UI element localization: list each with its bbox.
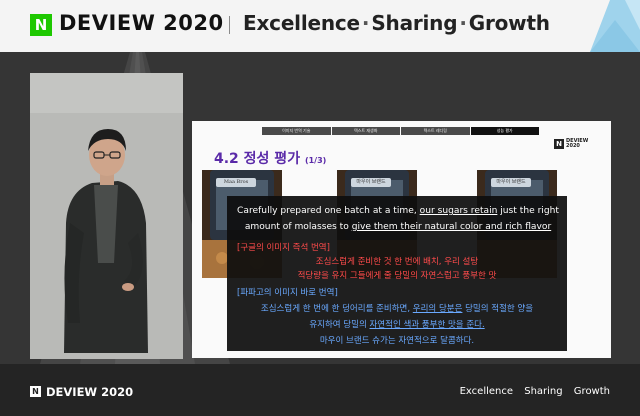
english-source-text: Carefully prepared one batch at a time, … — [236, 203, 560, 235]
header-banner: N DEVIEW 2020 Excellence · Sharing · Growth — [0, 0, 640, 52]
papago-translation-line: 마우이 브랜드 슈가는 자연적으로 달콤하다. — [319, 336, 475, 346]
english-text-part: Carefully prepared one batch at a time, — [237, 206, 420, 216]
google-translation-line: 조심스럽게 준비한 것 한 번에 배치, 우리 설탕 — [315, 257, 479, 267]
footer-naver-logo: N — [30, 386, 41, 397]
photo-label: 마우이 브랜드 — [351, 178, 391, 187]
papago-translation-heading: [파파고의 이미지 바로 번역] — [237, 288, 338, 298]
slide-title-text: 4.2 정성 평가 — [214, 151, 301, 167]
papago-translation-line: 유지하여 당밀의 자연적인 색과 풍부한 맛을 준다. — [227, 318, 567, 330]
slide-section-tabs: 이미지 번역 기술 텍스트 재생화 텍스트 레디링 성능 평가 — [262, 127, 540, 135]
footer-bar: N DEVIEW 2020 Excellence Sharing Growth — [0, 364, 640, 416]
papago-underlined-phrase: 우리의 당분은 — [412, 304, 463, 314]
google-translation-heading: [구글의 이미지 즉석 번역] — [237, 243, 330, 253]
papago-translation-line: 조심스럽게 한 번에 한 덩어리를 준비하면, 우리의 당분은 당밀의 적절한 … — [227, 302, 567, 314]
photo-label: 마우이 브랜드 — [491, 178, 531, 187]
slide-logo-year: 2020 — [566, 143, 580, 149]
translation-comparison-box: Carefully prepared one batch at a time, … — [227, 196, 567, 351]
footer-tag-sharing: Sharing — [524, 386, 563, 397]
footer-event-title: DEVIEW 2020 — [46, 385, 134, 399]
speaker-video — [30, 73, 183, 359]
tagline-sharing: Sharing — [371, 11, 458, 35]
tagline-growth: Growth — [468, 11, 550, 35]
tagline-dot: · — [459, 11, 467, 35]
papago-text-part: 유지하여 당밀의 — [309, 320, 370, 330]
slide-tab-text-regeneration: 텍스트 재생화 — [331, 127, 401, 135]
slide-deview-logo: N DEVIEW 2020 — [554, 139, 588, 149]
footer-tagline: Excellence Sharing Growth — [452, 386, 610, 397]
english-underlined-phrase: give them their natural color and rich f… — [351, 222, 552, 232]
header-divider — [229, 16, 230, 34]
slide-tab-text-rendering: 텍스트 레디링 — [401, 127, 471, 135]
papago-text-part: 조심스럽게 한 번에 한 덩어리를 준비하면, — [260, 304, 413, 314]
papago-underlined-phrase: 자연적인 색과 풍부한 맛을 준다. — [369, 320, 485, 330]
event-tagline: Excellence · Sharing · Growth — [243, 11, 550, 35]
naver-logo: N — [30, 14, 52, 36]
footer-tag-excellence: Excellence — [459, 386, 514, 397]
slide-page-indicator: (1/3) — [304, 156, 327, 165]
google-translation-line: 적당량을 유지 그들에게 줄 당밀의 자연스럽고 풍부한 맛 — [297, 271, 497, 281]
speaker-figure — [30, 73, 183, 359]
slide-logo-n: N — [554, 139, 564, 149]
slide-tab-evaluation: 성능 평가 — [470, 127, 540, 135]
photo-label: Maa Bros — [216, 178, 256, 187]
tagline-dot: · — [361, 11, 370, 35]
banner-decoration — [590, 0, 640, 52]
english-underlined-phrase: our sugars retain — [419, 206, 498, 216]
papago-text-part: 당밀의 적절한 양을 — [462, 304, 534, 314]
footer-tag-growth: Growth — [573, 386, 610, 397]
slide-tab-image-translation: 이미지 번역 기술 — [262, 127, 332, 135]
slide-title: 4.2 정성 평가 (1/3) — [214, 148, 326, 168]
event-title: DEVIEW 2020 — [59, 11, 224, 35]
tagline-excellence: Excellence — [243, 11, 360, 35]
